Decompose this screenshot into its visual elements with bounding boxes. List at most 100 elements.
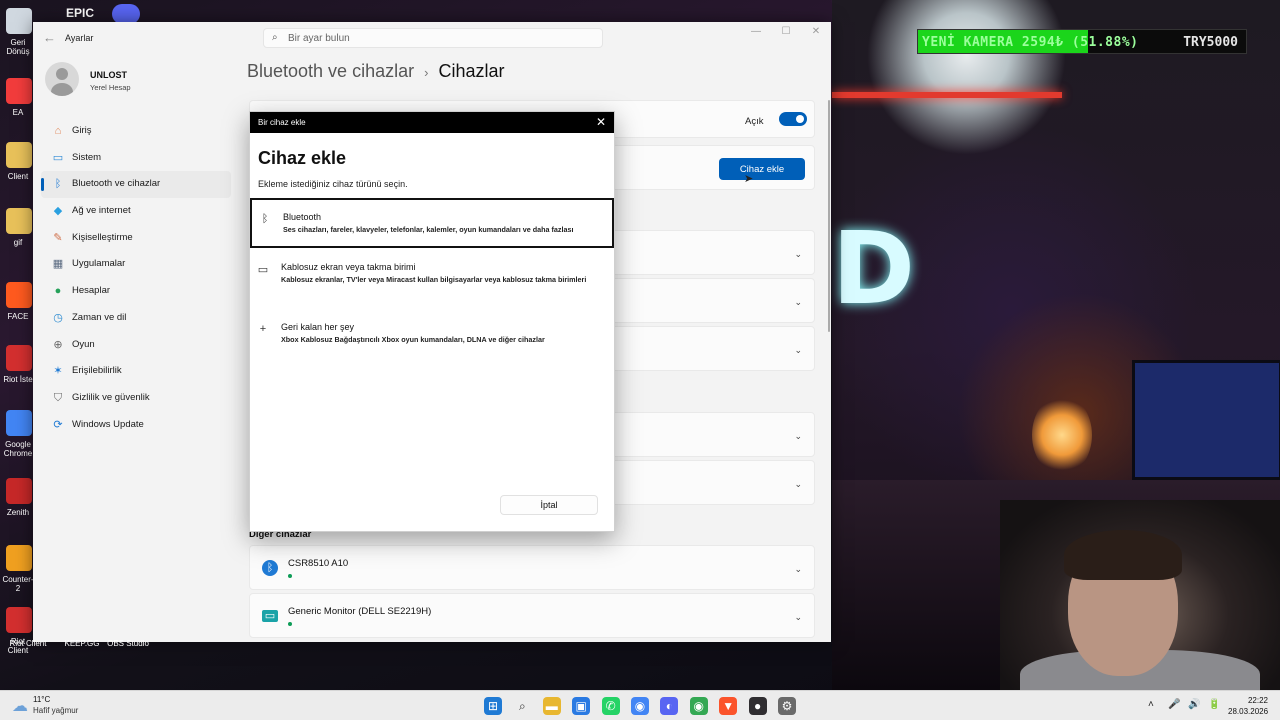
avatar	[45, 62, 79, 96]
breadcrumb: Bluetooth ve cihazlar › Cihazlar	[247, 61, 504, 82]
back-arrow-icon[interactable]: ←	[43, 30, 56, 45]
sidebar-item-update[interactable]: ⟳ Windows Update	[41, 412, 231, 439]
desktop-shortcut-label: OBS Studio	[107, 639, 149, 648]
bluetooth-icon: ᛒ	[54, 178, 62, 191]
file-explorer-icon[interactable]: ▬	[542, 697, 561, 715]
show-hidden-icons-icon[interactable]: ˄	[1148, 699, 1154, 710]
plus-icon: +	[259, 323, 267, 335]
shield-icon: ⛉	[53, 391, 63, 404]
start-icon[interactable]: ⊞	[484, 697, 502, 715]
store-icon[interactable]: ▣	[572, 697, 591, 715]
sidebar-item-label: Gizlilik ve güvenlik	[72, 391, 150, 403]
brave-icon[interactable]: ▼	[719, 697, 738, 715]
maximize-button[interactable]: ☐	[776, 26, 796, 42]
battery-icon[interactable]: 🔋	[1208, 699, 1220, 710]
desktop-shortcut-label: Riot Client	[9, 639, 47, 648]
close-window-button[interactable]: ✕	[806, 26, 826, 42]
sidebar-item-brush[interactable]: ✎ Kişiselleştirme	[41, 225, 231, 252]
epic-games-icon[interactable]: EPIC	[66, 6, 94, 20]
close-icon[interactable]: ✕	[596, 115, 606, 129]
chrome-icon[interactable]: ◉	[631, 697, 649, 715]
sidebar-item-label: Sistem	[72, 151, 102, 163]
wallpaper-monitor	[1132, 360, 1280, 480]
option-title: Geri kalan her şey	[281, 322, 355, 332]
connected-status-dot	[288, 574, 292, 578]
chevron-down-icon: ⌄	[794, 345, 802, 355]
sidebar-item-label: Uygulamalar	[72, 258, 126, 270]
desktop-shortcut-icon[interactable]	[6, 8, 32, 34]
clock[interactable]: 22:22 28.03.2026	[1228, 695, 1268, 717]
device-type-option[interactable]: + Geri kalan her şey Xbox Kablosuz Bağdaşt…	[250, 310, 614, 360]
sidebar-item-label: Kişiselleştirme	[72, 231, 133, 243]
desktop-shortcut-icon[interactable]	[6, 282, 32, 308]
cancel-button[interactable]: İptal	[500, 495, 598, 515]
minimize-button[interactable]: —	[746, 26, 766, 42]
sidebar-item-home[interactable]: ⌂ Giriş	[41, 118, 231, 145]
sidebar-item-shield[interactable]: ⛉ Gizlilik ve güvenlik	[41, 385, 231, 412]
desktop-shortcut-label: Google Chrome	[3, 440, 33, 458]
sidebar-item-system[interactable]: ▭ Sistem	[41, 145, 231, 172]
donation-goal-text: YENİ KAMERA 2594₺ (51.88%)	[922, 35, 1139, 50]
webcam-person-hair	[1064, 530, 1182, 580]
microphone-icon[interactable]: 🎤	[1168, 699, 1180, 710]
desktop-shortcut-icon[interactable]	[6, 410, 32, 436]
sidebar-item-accessibility[interactable]: ✶ Erişilebilirlik	[41, 358, 231, 385]
weather-description[interactable]: Hafif yağmur	[33, 706, 78, 715]
desktop-shortcut-icon[interactable]	[6, 78, 32, 104]
desktop-shortcut-icon[interactable]	[6, 545, 32, 571]
brush-icon: ✎	[53, 231, 63, 244]
sidebar-item-clock[interactable]: ◷ Zaman ve dil	[41, 305, 231, 332]
search-box[interactable]: ⌕	[263, 28, 603, 48]
chevron-down-icon: ⌄	[794, 612, 802, 622]
bluetooth-icon: ᛒ	[261, 213, 269, 225]
user-profile[interactable]: UNLOST Yerel Hesap	[45, 62, 225, 102]
desktop-shortcut-icon[interactable]	[6, 208, 32, 234]
desktop-shortcut-label: Riot İste	[3, 375, 33, 384]
option-title: Kablosuz ekran veya takma birimi	[281, 262, 416, 272]
search-input[interactable]	[288, 31, 588, 45]
sidebar-item-gaming[interactable]: ⊕ Oyun	[41, 332, 231, 359]
sidebar-item-network[interactable]: ◆ Ağ ve internet	[41, 198, 231, 225]
device-type-option[interactable]: ᛒ Bluetooth Ses cihazları, fareler, klavye…	[250, 198, 614, 248]
breadcrumb-separator: ›	[424, 65, 429, 80]
device-type-option[interactable]: ▭ Kablosuz ekran veya takma birimi Kablosu…	[250, 250, 614, 300]
search-icon[interactable]: ⌕	[513, 697, 531, 715]
desktop-shortcut-icon[interactable]	[6, 607, 32, 633]
desktop-shortcut-label: Client	[7, 172, 29, 181]
sidebar-item-accounts[interactable]: ● Hesaplar	[41, 278, 231, 305]
obs-icon[interactable]: ●	[748, 697, 767, 715]
dialog-subtitle: Ekleme istediğiniz cihaz türünü seçin.	[258, 179, 408, 189]
sidebar-item-label: Bluetooth ve cihazlar	[72, 178, 161, 190]
sidebar-item-label: Ağ ve internet	[72, 205, 131, 217]
sidebar-item-bluetooth[interactable]: ᛒ Bluetooth ve cihazlar	[41, 171, 231, 199]
bluetooth-toggle[interactable]	[779, 112, 807, 126]
breadcrumb-parent[interactable]: Bluetooth ve cihazlar	[247, 61, 414, 81]
weather-temperature[interactable]: 11°C	[33, 695, 50, 704]
option-description: Ses cihazları, fareler, klavyeler, telef…	[283, 225, 574, 234]
user-name: UNLOST	[90, 70, 127, 80]
desktop-shortcut-icon[interactable]	[6, 345, 32, 371]
desktop-shortcut-icon[interactable]	[6, 478, 32, 504]
chevron-down-icon: ⌄	[794, 564, 802, 574]
device-row[interactable]: ᛒ CSR8510 A10 ⌄	[249, 545, 815, 590]
accounts-icon: ●	[54, 285, 62, 298]
chevron-down-icon: ⌄	[794, 479, 802, 489]
sidebar-item-apps[interactable]: ▦ Uygulamalar	[41, 251, 231, 278]
weather-cloud-icon[interactable]: ☁	[12, 696, 28, 716]
discord-desktop-icon[interactable]	[112, 4, 140, 24]
clock-time: 22:22	[1247, 696, 1268, 705]
wallpaper-neon-sign: D	[832, 210, 916, 327]
volume-icon[interactable]: 🔊	[1188, 699, 1200, 710]
discord-icon[interactable]: ◐	[660, 697, 679, 715]
toggle-state-label: Açık	[745, 116, 764, 127]
chrome-profile-icon[interactable]: ◉	[689, 697, 708, 715]
chevron-down-icon: ⌄	[794, 297, 802, 307]
scrollbar[interactable]	[828, 100, 830, 332]
desktop-shortcut-icon[interactable]	[6, 142, 32, 168]
add-device-button[interactable]: Cihaz ekle	[719, 158, 805, 180]
settings-icon[interactable]: ⚙	[778, 697, 796, 715]
dialog-title: Cihaz ekle	[258, 148, 347, 168]
option-description: Kablosuz ekranlar, TV'ler veya Miracast …	[281, 275, 587, 284]
whatsapp-icon[interactable]: ✆	[601, 697, 620, 715]
device-row[interactable]: ▭ Generic Monitor (DELL SE2219H) ⌄	[249, 593, 815, 638]
